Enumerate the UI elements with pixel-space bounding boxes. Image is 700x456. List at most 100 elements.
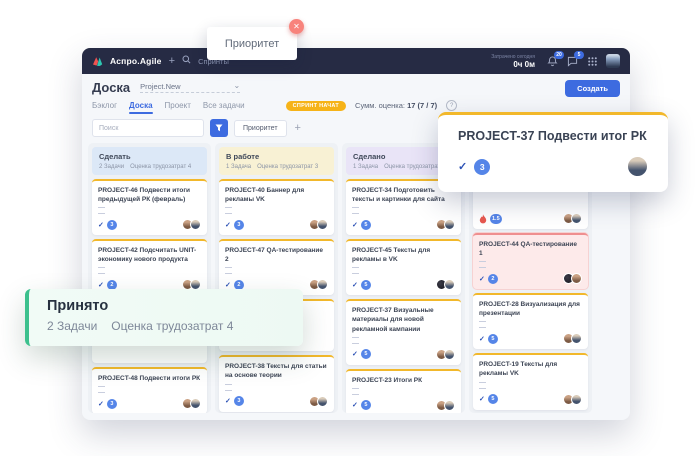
callout-title: Принято xyxy=(47,298,285,314)
tab-board[interactable]: Доска xyxy=(129,101,152,110)
description-icon xyxy=(352,207,359,214)
column-cards: PROJECT-34 Подготовить тексты и картинки… xyxy=(346,179,461,413)
estimate-badge: 3 xyxy=(107,399,117,409)
description-icon xyxy=(225,384,232,391)
project-dropdown[interactable]: Project.New ⌄ xyxy=(140,82,240,93)
avatar xyxy=(317,279,328,290)
check-icon: ✓ xyxy=(352,281,358,289)
tab-backlog[interactable]: Бэклог xyxy=(92,101,117,110)
apps-button[interactable] xyxy=(586,55,599,68)
description-icon xyxy=(98,267,105,274)
task-card[interactable]: PROJECT-48 Подвести итоги РК ✓ 3 xyxy=(92,367,207,413)
task-title: PROJECT-19 Тексты для рекламы VK xyxy=(479,360,582,378)
task-card[interactable]: PROJECT-46 Подвести итоги предыдущей РК … xyxy=(92,179,207,235)
column-meta: 2 Задачи Оценка трудозатрат 4 xyxy=(99,164,200,170)
task-card[interactable]: PROJECT-47 QA-тестирование 2 ✓ 2 xyxy=(219,239,334,295)
column-task-count: 2 Задачи xyxy=(99,164,124,170)
messages-button[interactable]: 5 xyxy=(566,55,579,68)
user-avatar[interactable] xyxy=(606,54,620,68)
tooltip-text: Приоритет xyxy=(225,38,279,50)
time-value: 0ч 0м xyxy=(491,60,535,69)
notifications-button[interactable]: 20 xyxy=(546,55,559,68)
check-icon: ✓ xyxy=(225,221,231,229)
add-filter-icon[interactable]: + xyxy=(295,122,301,134)
assignee-avatars xyxy=(309,279,328,290)
assignee-avatars xyxy=(563,394,582,405)
task-title: PROJECT-44 QA-тестирование 1 xyxy=(479,240,582,258)
check-icon: ✓ xyxy=(225,281,231,289)
task-title: PROJECT-45 Тексты для рекламы в VK xyxy=(352,246,455,264)
app-window: Аспро.Agile + Спринты Затрачено сегодня … xyxy=(82,48,630,420)
column-estimate: Оценка трудозатрат 3 xyxy=(384,164,445,170)
funnel-icon xyxy=(215,124,223,132)
avatar xyxy=(571,394,582,405)
avatar xyxy=(571,213,582,224)
column-estimate: Оценка трудозатрат 3 xyxy=(257,164,318,170)
description-icon xyxy=(352,337,359,344)
estimate-badge: 1.5 xyxy=(490,214,502,224)
card-footer: ✓ 5 xyxy=(352,400,455,411)
tab-all-tasks[interactable]: Все задачи xyxy=(203,101,245,110)
estimate-badge: 5 xyxy=(361,349,371,359)
create-button[interactable]: Создать xyxy=(565,80,620,97)
tab-project[interactable]: Проект xyxy=(165,101,191,110)
assignee-avatars xyxy=(436,349,455,360)
flame-icon xyxy=(479,214,487,224)
filter-button[interactable] xyxy=(210,119,228,137)
task-card[interactable]: PROJECT-38 Тексты для статьи на основе т… xyxy=(219,355,334,411)
card-footer: ✓ 5 xyxy=(479,394,582,405)
close-icon[interactable]: ✕ xyxy=(289,19,304,34)
notifications-badge: 20 xyxy=(554,51,564,59)
column-title: В работе xyxy=(226,152,327,161)
priority-tooltip: Приоритет ✕ xyxy=(207,27,297,60)
column-meta: 1 Задача Оценка трудозатрат 3 xyxy=(226,164,327,170)
task-card[interactable]: PROJECT-40 Баннер для рекламы VK ✓ 3 xyxy=(219,179,334,235)
check-icon: ✓ xyxy=(98,281,104,289)
time-label: Затрачено сегодня xyxy=(491,54,535,60)
assignee-avatars xyxy=(182,398,201,409)
add-icon[interactable]: + xyxy=(169,56,175,67)
assignee-avatars xyxy=(563,333,582,344)
estimate-badge: 2 xyxy=(488,274,498,284)
kanban-column-todo: Сделать 2 Задачи Оценка трудозатрат 4 PR… xyxy=(88,143,211,413)
task-card-callout[interactable]: PROJECT-37 Подвести итог РК ✓ 3 xyxy=(438,112,668,192)
check-icon: ✓ xyxy=(352,401,358,409)
priority-filter-chip[interactable]: Приоритет xyxy=(234,120,287,137)
kanban-column-inprogress: В работе 1 Задача Оценка трудозатрат 3 P… xyxy=(215,143,338,413)
check-icon: ✓ xyxy=(479,275,485,283)
card-footer: ✓ 5 xyxy=(352,349,455,360)
app-logo-icon xyxy=(92,56,103,67)
assignee-avatars xyxy=(436,279,455,290)
assignee-avatars xyxy=(436,219,455,230)
task-card[interactable]: PROJECT-19 Тексты для рекламы VK ✓ 5 xyxy=(473,353,588,409)
avatar xyxy=(190,398,201,409)
task-card[interactable]: PROJECT-28 Визуализация для презентации … xyxy=(473,293,588,349)
task-card[interactable]: PROJECT-23 Итоги РК ✓ 5 xyxy=(346,369,461,413)
column-estimate: Оценка трудозатрат 4 xyxy=(130,164,191,170)
task-title: PROJECT-40 Баннер для рекламы VK xyxy=(225,186,328,204)
avatar xyxy=(444,279,455,290)
assignee-avatars xyxy=(563,213,582,224)
column-header: Сделать 2 Задачи Оценка трудозатрат 4 xyxy=(92,147,207,175)
check-icon: ✓ xyxy=(479,335,485,343)
task-title: PROJECT-47 QA-тестирование 2 xyxy=(225,246,328,264)
help-icon[interactable]: ? xyxy=(446,100,457,111)
task-card[interactable]: PROJECT-44 QA-тестирование 1 ✓ 2 xyxy=(473,233,588,289)
check-icon: ✓ xyxy=(458,160,467,173)
task-card[interactable]: PROJECT-37 Визуальные материалы для ново… xyxy=(346,299,461,364)
sprint-status-badge: СПРИНТ НАЧАТ xyxy=(286,101,346,111)
search-icon[interactable] xyxy=(182,55,191,67)
tabs: Бэклог Доска Проект Все задачи xyxy=(92,101,245,110)
assignee-avatar xyxy=(627,156,648,177)
task-card[interactable]: PROJECT-45 Тексты для рекламы в VK ✓ 5 xyxy=(346,239,461,295)
avatar xyxy=(444,400,455,411)
search-input[interactable] xyxy=(92,119,204,137)
estimate-badge: 5 xyxy=(361,400,371,410)
accepted-column-callout: Принято 2 Задачи Оценка трудозатрат 4 xyxy=(25,289,303,346)
card-footer: ✓ 5 xyxy=(479,333,582,344)
description-icon xyxy=(98,386,105,393)
assignee-avatars xyxy=(309,219,328,230)
task-card[interactable]: PROJECT-42 Подсчитать UNIT-экономику нов… xyxy=(92,239,207,295)
time-tracker: Затрачено сегодня 0ч 0м xyxy=(491,54,535,69)
column-cards: 1.5 PROJECT-44 QA-тестирование 1 ✓ 2 PRO… xyxy=(473,179,588,413)
